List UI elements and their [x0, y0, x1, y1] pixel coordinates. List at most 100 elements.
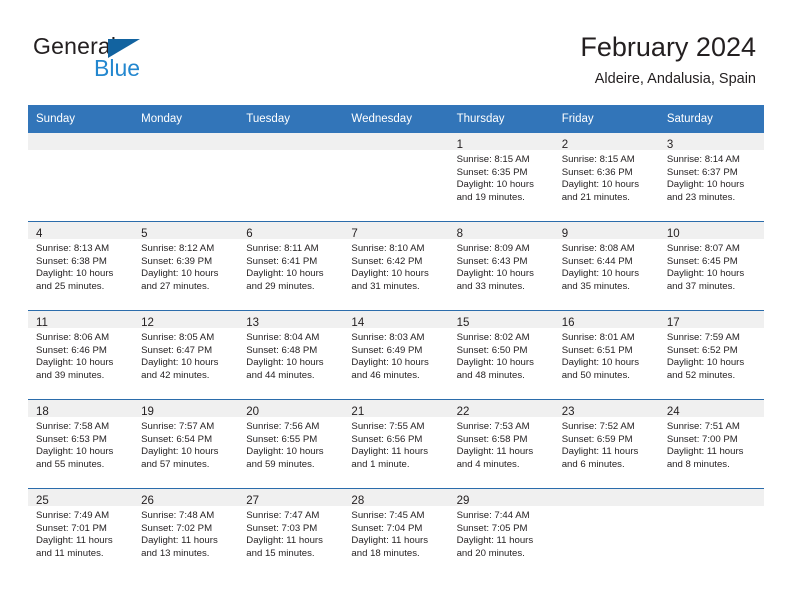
- calendar-day-cell-empty: [28, 133, 134, 222]
- calendar-week-row: 4 Sunrise: 8:13 AM Sunset: 6:38 PM Daylight…: [28, 221, 764, 311]
- day-sun-info: Sunrise: 8:10 AM Sunset: 6:42 PM Daylight:…: [343, 239, 448, 293]
- day-number-band: 25: [28, 489, 134, 507]
- calendar-day-cell[interactable]: 8 Sunrise: 8:09 AM Sunset: 6:43 PM Daylight…: [448, 221, 554, 311]
- day-number-band: 12: [133, 311, 239, 329]
- daylight-duration-line1: Daylight: 10 hours: [246, 268, 324, 280]
- day-number-band: [343, 133, 449, 150]
- calendar-day-cell[interactable]: 22 Sunrise: 7:53 AM Sunset: 6:58 PM Dayligh…: [448, 399, 554, 489]
- day-cell-inner: 11 Sunrise: 8:06 AM Sunset: 6:46 PM Dayligh…: [28, 311, 134, 399]
- day-number: 20: [246, 406, 260, 418]
- daylight-duration-line2: and 6 minutes.: [561, 458, 625, 470]
- calendar-day-cell[interactable]: 25 Sunrise: 7:49 AM Sunset: 7:01 PM Dayligh…: [28, 488, 134, 577]
- day-cell-inner: 15 Sunrise: 8:02 AM Sunset: 6:50 PM Dayligh…: [448, 311, 554, 399]
- calendar-day-cell[interactable]: 27 Sunrise: 7:47 AM Sunset: 7:03 PM Dayligh…: [238, 488, 344, 577]
- daylight-duration-line2: and 29 minutes.: [246, 280, 315, 292]
- calendar-day-cell[interactable]: 1 Sunrise: 8:15 AM Sunset: 6:35 PM Daylight…: [448, 133, 554, 222]
- day-sun-info: Sunrise: 8:04 AM Sunset: 6:48 PM Daylight:…: [238, 328, 343, 382]
- sunrise-time: Sunrise: 8:04 AM: [246, 332, 320, 343]
- daylight-duration-line1: Daylight: 10 hours: [141, 446, 219, 458]
- calendar-day-cell[interactable]: 23 Sunrise: 7:52 AM Sunset: 6:59 PM Dayligh…: [553, 399, 659, 489]
- daylight-duration-line1: Daylight: 11 hours: [351, 535, 429, 547]
- calendar-day-cell[interactable]: 19 Sunrise: 7:57 AM Sunset: 6:54 PM Dayligh…: [133, 399, 239, 489]
- day-number-band: 22: [448, 400, 554, 418]
- day-cell-inner: [553, 489, 659, 577]
- calendar-day-cell[interactable]: 7 Sunrise: 8:10 AM Sunset: 6:42 PM Daylight…: [343, 221, 449, 311]
- daylight-duration-line2: and 27 minutes.: [141, 280, 210, 292]
- day-cell-inner: 12 Sunrise: 8:05 AM Sunset: 6:47 PM Dayligh…: [133, 311, 239, 399]
- day-cell-inner: [658, 489, 764, 577]
- day-cell-inner: 26 Sunrise: 7:48 AM Sunset: 7:02 PM Dayligh…: [133, 489, 239, 577]
- daylight-duration-line1: Daylight: 11 hours: [456, 535, 534, 547]
- calendar-day-cell[interactable]: 12 Sunrise: 8:05 AM Sunset: 6:47 PM Dayligh…: [133, 310, 239, 400]
- day-number: 10: [666, 228, 680, 240]
- sunset-time: Sunset: 6:42 PM: [351, 255, 423, 267]
- day-cell-inner: 16 Sunrise: 8:01 AM Sunset: 6:51 PM Dayligh…: [553, 311, 659, 399]
- day-number-band: [238, 133, 344, 150]
- calendar-day-cell[interactable]: 26 Sunrise: 7:48 AM Sunset: 7:02 PM Dayligh…: [133, 488, 239, 577]
- daylight-duration-line1: Daylight: 10 hours: [561, 268, 640, 280]
- daylight-duration-line1: Daylight: 10 hours: [246, 357, 324, 369]
- sunset-time: Sunset: 6:58 PM: [456, 433, 528, 445]
- calendar-day-cell[interactable]: 3 Sunrise: 8:14 AM Sunset: 6:37 PM Daylight…: [658, 133, 764, 222]
- daylight-duration-line2: and 42 minutes.: [141, 369, 210, 381]
- daylight-duration-line1: Daylight: 10 hours: [456, 357, 534, 369]
- day-sun-info: Sunrise: 8:03 AM Sunset: 6:49 PM Daylight:…: [343, 328, 448, 382]
- daylight-duration-line1: Daylight: 10 hours: [456, 268, 534, 280]
- daylight-duration-line2: and 50 minutes.: [561, 369, 630, 381]
- calendar-day-cell[interactable]: 24 Sunrise: 7:51 AM Sunset: 7:00 PM Dayligh…: [658, 399, 764, 489]
- daylight-duration-line2: and 8 minutes.: [666, 458, 730, 470]
- day-sun-info: Sunrise: 7:51 AM Sunset: 7:00 PM Daylight:…: [659, 417, 764, 471]
- sunrise-time: Sunrise: 7:53 AM: [456, 421, 530, 432]
- sunset-time: Sunset: 6:45 PM: [666, 255, 738, 267]
- daylight-duration-line2: and 4 minutes.: [456, 458, 520, 470]
- daylight-duration-line2: and 39 minutes.: [36, 369, 105, 381]
- day-sun-info: Sunrise: 8:06 AM Sunset: 6:46 PM Daylight:…: [28, 328, 133, 382]
- day-number: 5: [141, 228, 148, 240]
- day-number-band: 26: [133, 489, 239, 507]
- day-number-band: 29: [448, 489, 554, 507]
- day-sun-info: Sunrise: 7:55 AM Sunset: 6:56 PM Daylight:…: [343, 417, 448, 471]
- day-number: 19: [141, 406, 154, 418]
- calendar-day-cell[interactable]: 2 Sunrise: 8:15 AM Sunset: 6:36 PM Daylight…: [553, 133, 659, 222]
- weekday-header-tuesday: Tuesday: [238, 105, 344, 133]
- sunset-time: Sunset: 6:49 PM: [351, 344, 423, 356]
- calendar-day-cell[interactable]: 18 Sunrise: 7:58 AM Sunset: 6:53 PM Dayligh…: [28, 399, 134, 489]
- calendar-day-cell[interactable]: 11 Sunrise: 8:06 AM Sunset: 6:46 PM Dayligh…: [28, 310, 134, 400]
- calendar-day-cell[interactable]: 15 Sunrise: 8:02 AM Sunset: 6:50 PM Dayligh…: [448, 310, 554, 400]
- sunset-time: Sunset: 6:55 PM: [246, 433, 318, 445]
- calendar-day-cell[interactable]: 16 Sunrise: 8:01 AM Sunset: 6:51 PM Dayligh…: [553, 310, 659, 400]
- day-cell-inner: 20 Sunrise: 7:56 AM Sunset: 6:55 PM Dayligh…: [238, 400, 344, 488]
- day-cell-inner: 9 Sunrise: 8:08 AM Sunset: 6:44 PM Daylight…: [553, 222, 659, 310]
- calendar-day-cell-empty: [553, 488, 659, 577]
- day-number-band: 10: [658, 222, 764, 240]
- calendar-day-cell[interactable]: 4 Sunrise: 8:13 AM Sunset: 6:38 PM Daylight…: [28, 221, 134, 311]
- calendar-day-cell[interactable]: 6 Sunrise: 8:11 AM Sunset: 6:41 PM Daylight…: [238, 221, 344, 311]
- calendar-day-cell[interactable]: 9 Sunrise: 8:08 AM Sunset: 6:44 PM Daylight…: [553, 221, 659, 311]
- day-sun-info: Sunrise: 7:45 AM Sunset: 7:04 PM Daylight:…: [343, 506, 448, 560]
- sunrise-time: Sunrise: 7:51 AM: [666, 421, 740, 432]
- day-cell-inner: 13 Sunrise: 8:04 AM Sunset: 6:48 PM Dayligh…: [238, 311, 344, 399]
- sunrise-time: Sunrise: 7:47 AM: [246, 510, 320, 521]
- day-cell-inner: 21 Sunrise: 7:55 AM Sunset: 6:56 PM Dayligh…: [343, 400, 449, 488]
- calendar-day-cell[interactable]: 14 Sunrise: 8:03 AM Sunset: 6:49 PM Dayligh…: [343, 310, 449, 400]
- day-number: 27: [246, 495, 260, 507]
- calendar-day-cell[interactable]: 17 Sunrise: 7:59 AM Sunset: 6:52 PM Dayligh…: [658, 310, 764, 400]
- sunrise-time: Sunrise: 8:13 AM: [36, 243, 110, 254]
- day-cell-inner: 8 Sunrise: 8:09 AM Sunset: 6:43 PM Daylight…: [448, 222, 554, 310]
- calendar-page: General Blue February 2024 Aldeire, Anda…: [0, 0, 792, 612]
- day-sun-info: Sunrise: 8:14 AM Sunset: 6:37 PM Daylight:…: [659, 150, 764, 204]
- calendar-day-cell[interactable]: 28 Sunrise: 7:45 AM Sunset: 7:04 PM Dayligh…: [343, 488, 449, 577]
- daylight-duration-line1: Daylight: 10 hours: [351, 268, 429, 280]
- day-cell-inner: 2 Sunrise: 8:15 AM Sunset: 6:36 PM Daylight…: [553, 133, 659, 221]
- calendar-day-cell[interactable]: 20 Sunrise: 7:56 AM Sunset: 6:55 PM Dayligh…: [238, 399, 344, 489]
- day-sun-info: Sunrise: 7:59 AM Sunset: 6:52 PM Daylight:…: [659, 328, 764, 382]
- calendar-day-cell[interactable]: 10 Sunrise: 8:07 AM Sunset: 6:45 PM Dayligh…: [658, 221, 764, 311]
- sunrise-time: Sunrise: 8:14 AM: [666, 154, 740, 165]
- calendar-day-cell[interactable]: 29 Sunrise: 7:44 AM Sunset: 7:05 PM Dayligh…: [448, 488, 554, 577]
- day-cell-inner: 24 Sunrise: 7:51 AM Sunset: 7:00 PM Dayligh…: [658, 400, 764, 488]
- day-sun-info: Sunrise: 7:53 AM Sunset: 6:58 PM Daylight:…: [449, 417, 554, 471]
- daylight-duration-line2: and 59 minutes.: [246, 458, 315, 470]
- calendar-day-cell[interactable]: 21 Sunrise: 7:55 AM Sunset: 6:56 PM Dayligh…: [343, 399, 449, 489]
- calendar-day-cell[interactable]: 5 Sunrise: 8:12 AM Sunset: 6:39 PM Daylight…: [133, 221, 239, 311]
- calendar-day-cell[interactable]: 13 Sunrise: 8:04 AM Sunset: 6:48 PM Dayligh…: [238, 310, 344, 400]
